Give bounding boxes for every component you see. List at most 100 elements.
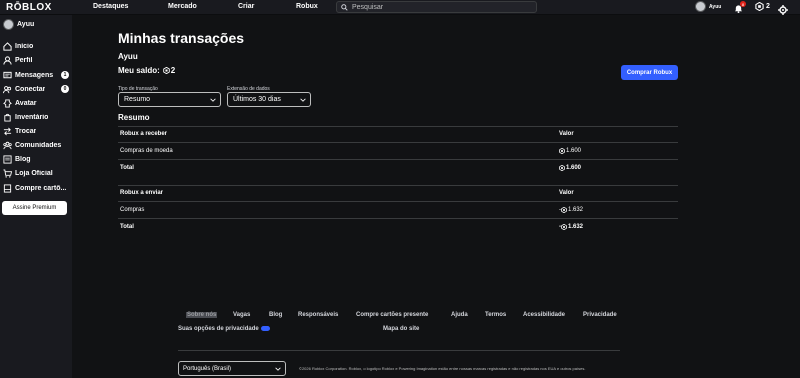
home-icon (3, 41, 12, 51)
send-header: Robux a enviar (120, 190, 164, 196)
sidebar-item-loja-oficial[interactable]: Loja Oficial (3, 167, 71, 179)
sidebar-item-perfil[interactable]: Perfil (3, 54, 71, 66)
account-username: Ayuu (118, 52, 138, 61)
shop-icon (3, 168, 12, 178)
row-value: 1.600 (559, 165, 581, 171)
topbar-username: Ayuu (709, 3, 722, 10)
profile-icon (3, 55, 12, 65)
connect-badge: 0 (61, 85, 69, 93)
language-select[interactable]: Português (Brasil) (178, 361, 286, 376)
sitemap-link[interactable]: Mapa do site (383, 326, 419, 332)
sidebar-item-inventario[interactable]: Inventário (3, 111, 71, 123)
row-value: 1.600 (559, 148, 581, 154)
trade-icon (3, 127, 12, 136)
avatar (695, 1, 706, 12)
notifications-button[interactable]: 8 (734, 1, 746, 13)
robux-icon (163, 67, 170, 74)
language-value: Português (Brasil) (183, 365, 232, 372)
inventory-icon (3, 113, 12, 122)
privacy-choices-link[interactable]: Suas opções de privacidade (178, 326, 270, 332)
row-value-text: 1.600 (566, 165, 582, 171)
sidebar-item-label: Blog (15, 155, 31, 163)
summary-heading: Resumo (118, 113, 150, 122)
avatar-icon (3, 98, 12, 108)
transaction-type-select[interactable]: Resumo (118, 92, 221, 107)
footer-link-blog[interactable]: Blog (269, 312, 282, 318)
sidebar-item-label: Trocar (15, 127, 37, 135)
row-value: - 1.632 (559, 224, 583, 230)
chevron-down-icon (300, 98, 306, 102)
balance-value: 2 (170, 66, 176, 75)
footer-link-vagas[interactable]: Vagas (233, 312, 250, 318)
premium-button[interactable]: Assine Premium (2, 201, 67, 215)
divider (118, 142, 678, 143)
nav-criar[interactable]: Criar (238, 3, 254, 10)
sidebar: Ayuu Início Perfil Mensagens 1 Conectar … (0, 15, 72, 378)
footer-link-termos[interactable]: Termos (485, 312, 506, 318)
sidebar-item-label: Inventário (15, 113, 49, 121)
sidebar-item-conectar[interactable]: Conectar 0 (3, 83, 71, 95)
nav-mercado[interactable]: Mercado (168, 3, 197, 10)
avatar (3, 19, 14, 30)
robux-balance-button[interactable]: 2 (755, 2, 770, 11)
robux-icon (559, 165, 565, 171)
robux-icon (561, 224, 567, 230)
notification-badge: 8 (740, 1, 746, 7)
divider (118, 126, 678, 127)
row-value: - 1.632 (559, 207, 583, 213)
sidebar-username: Ayuu (17, 21, 35, 28)
sidebar-item-trocar[interactable]: Trocar (3, 125, 71, 137)
footer-link-ajuda[interactable]: Ajuda (451, 312, 468, 318)
row-value-text: 1.632 (568, 207, 584, 213)
search-placeholder: Pesquisar (352, 3, 384, 11)
date-range-value: Últimos 30 dias (233, 96, 281, 103)
date-range-select[interactable]: Últimos 30 dias (227, 92, 311, 107)
footer-link-sobre[interactable]: Sobre nós (186, 312, 218, 318)
footer-divider (178, 350, 620, 351)
footer-link-privacidade[interactable]: Privacidade (583, 312, 617, 318)
robux-icon (559, 148, 565, 154)
roblox-logo[interactable]: RŌBLOX (6, 2, 52, 13)
sidebar-item-label: Avatar (15, 99, 37, 107)
row-label: Compras de moeda (120, 148, 173, 154)
balance-label: Meu saldo: (118, 66, 160, 75)
user-menu[interactable]: Ayuu (695, 1, 721, 12)
communities-icon (3, 141, 12, 150)
sidebar-item-label: Loja Oficial (15, 169, 53, 177)
search-input[interactable]: Pesquisar (336, 1, 537, 13)
robux-icon (561, 207, 567, 213)
transaction-type-value: Resumo (124, 96, 151, 103)
divider (118, 218, 678, 219)
footer-link-responsaveis[interactable]: Responsáveis (298, 312, 338, 318)
robux-icon (755, 2, 764, 11)
balance: Meu saldo: 2 (118, 66, 175, 75)
sidebar-item-label: Mensagens (15, 71, 54, 79)
sidebar-user[interactable]: Ayuu (3, 19, 34, 30)
gift-card-icon (3, 183, 12, 193)
divider (118, 201, 678, 202)
nav-destaques[interactable]: Destaques (93, 3, 128, 10)
row-label: Compras (120, 207, 145, 213)
sidebar-item-label: Início (15, 42, 34, 50)
messages-badge: 1 (61, 71, 69, 79)
row-label: Total (120, 224, 134, 230)
footer-link-cartoes[interactable]: Compre cartões presente (356, 312, 428, 318)
sidebar-item-label: Compre cartõ... (15, 184, 67, 192)
nav-robux[interactable]: Robux (296, 3, 318, 10)
sidebar-item-avatar[interactable]: Avatar (3, 97, 71, 109)
copyright-text: ©2026 Roblox Corporation. Roblox, o logo… (299, 366, 586, 371)
footer-link-acessibilidade[interactable]: Acessibilidade (523, 312, 565, 318)
sidebar-item-mensagens[interactable]: Mensagens 1 (3, 69, 71, 81)
chevron-down-icon (275, 367, 281, 371)
sidebar-item-label: Comunidades (15, 141, 62, 149)
privacy-choices-label: Suas opções de privacidade (178, 326, 259, 333)
top-bar: RŌBLOX Destaques Mercado Criar Robux Pes… (0, 0, 800, 15)
sidebar-item-gift-cards[interactable]: Compre cartõ... (3, 182, 71, 194)
sidebar-item-inicio[interactable]: Início (3, 40, 71, 52)
sidebar-item-comunidades[interactable]: Comunidades (3, 139, 71, 151)
buy-robux-button[interactable]: Comprar Robux (621, 65, 678, 80)
sidebar-item-blog[interactable]: Blog (3, 153, 71, 165)
search-icon (341, 3, 348, 11)
row-value-text: 1.632 (568, 224, 584, 230)
receive-header: Robux a receber (120, 131, 168, 137)
